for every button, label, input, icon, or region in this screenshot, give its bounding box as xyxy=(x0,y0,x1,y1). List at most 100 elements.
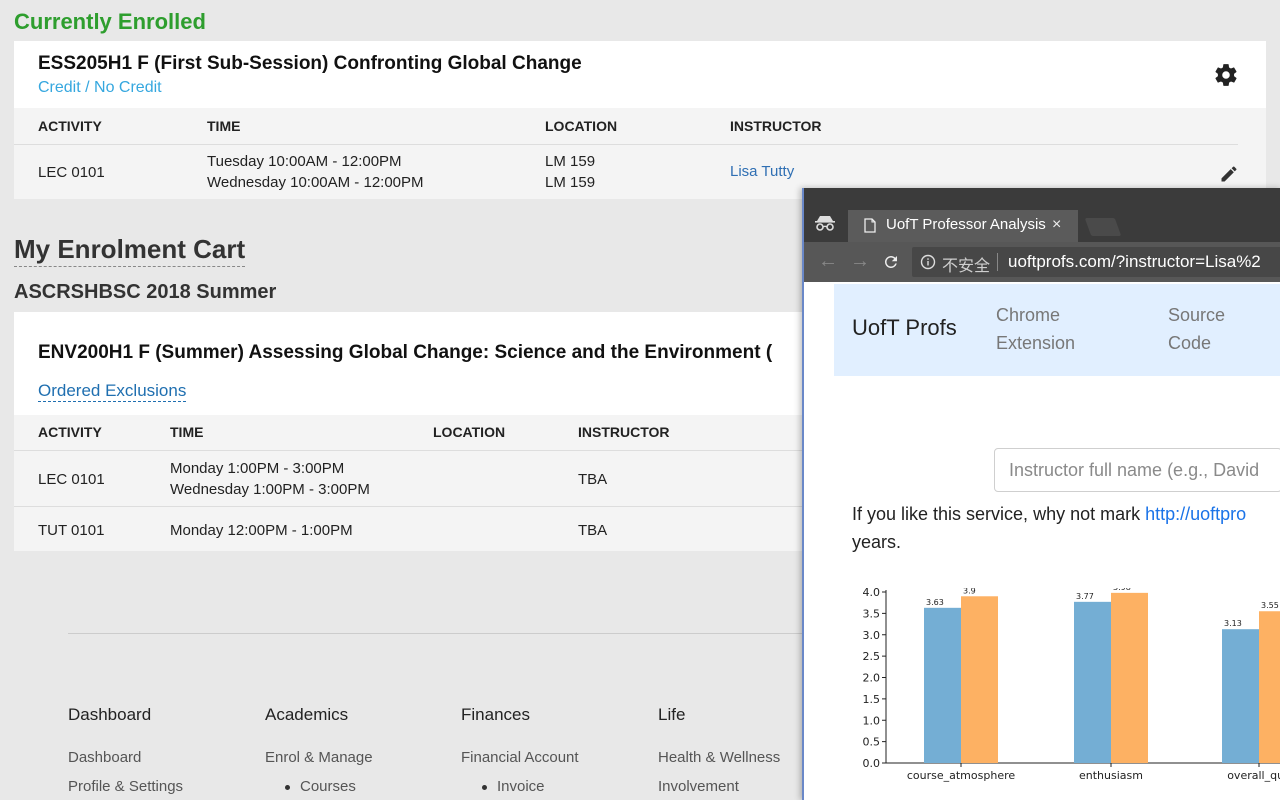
y-tick-label: 3.5 xyxy=(863,607,881,620)
enrolled-course-card: ESS205H1 F (First Sub-Session) Confronti… xyxy=(14,41,1266,199)
y-tick-label: 2.0 xyxy=(863,672,881,685)
footer-link-enrol-manage[interactable]: Enrol & Manage xyxy=(265,749,373,766)
tab-bar: UofT Professor Analysis × xyxy=(804,188,1280,242)
promo-text: If you like this service, why not mark h… xyxy=(852,500,1280,556)
x-tick-label: enthusiasm xyxy=(1079,769,1143,782)
y-tick-label: 1.0 xyxy=(863,714,881,727)
col-header-location: LOCATION xyxy=(545,118,618,134)
cart-course-title: ENV200H1 F (Summer) Assessing Global Cha… xyxy=(38,342,773,363)
y-tick-label: 0.5 xyxy=(863,736,881,749)
y-tick-label: 2.5 xyxy=(863,650,881,663)
tab-title: UofT Professor Analysis xyxy=(886,216,1046,233)
close-tab-icon[interactable]: × xyxy=(1052,216,1061,234)
separator xyxy=(997,253,998,271)
col-header-activity: ACTIVITY xyxy=(38,118,102,134)
y-tick-label: 0.0 xyxy=(863,757,881,770)
bar xyxy=(1259,611,1280,763)
site-navbar: UofT Profs Chrome Extension Source Code xyxy=(834,284,1280,376)
footer-link-courses[interactable]: Courses xyxy=(285,778,356,795)
footer-link-invoice[interactable]: Invoice xyxy=(482,778,545,795)
y-tick-label: 3.0 xyxy=(863,629,881,642)
nav-source-code[interactable]: Source Code xyxy=(1168,301,1248,357)
bar xyxy=(961,596,998,763)
footer-heading-academics: Academics xyxy=(265,705,349,724)
col-header-time: TIME xyxy=(207,118,241,134)
incognito-icon xyxy=(815,216,835,231)
x-tick-label: overall_qua xyxy=(1227,769,1280,782)
footer-heading-dashboard: Dashboard xyxy=(68,705,152,724)
location-cell: LM 159 LM 159 xyxy=(545,151,595,193)
promo-text-body: If you like this service, why not mark xyxy=(852,504,1146,524)
credit-no-credit-link[interactable]: Credit / No Credit xyxy=(38,79,162,97)
pencil-icon[interactable] xyxy=(1219,164,1239,184)
cart-table: ACTIVITY TIME LOCATION INSTRUCTOR LEC 01… xyxy=(14,415,814,551)
footer-heading-life: Life xyxy=(658,705,686,724)
info-icon[interactable] xyxy=(920,254,936,270)
footer-link-health-wellness[interactable]: Health & Wellness xyxy=(658,749,780,766)
location-line: LM 159 xyxy=(545,174,596,191)
footer-link-profile-settings[interactable]: Profile & Settings xyxy=(68,778,183,795)
instructor-ratings-chart: 0.0 0.5 1.0 1.5 2.0 2.5 3.0 3.5 4.0 3.63 3.9 course… xyxy=(863,588,1280,782)
time-line: Wednesday 10:00AM - 12:00PM xyxy=(207,174,424,191)
session-title: ASCRSHBSC 2018 Summer xyxy=(14,281,277,303)
bar-data-label: 3.77 xyxy=(1076,592,1094,601)
time-line: Wednesday 1:00PM - 3:00PM xyxy=(170,481,370,498)
promo-link[interactable]: http://uoftpro xyxy=(1145,504,1246,524)
col-header-instructor: INSTRUCTOR xyxy=(578,424,670,440)
divider xyxy=(14,450,814,451)
divider xyxy=(14,506,814,507)
gear-icon[interactable] xyxy=(1213,62,1239,88)
bar-data-label: 3.55 xyxy=(1261,601,1279,610)
site-brand[interactable]: UofT Profs xyxy=(852,315,957,341)
footer-link-financial-account[interactable]: Financial Account xyxy=(461,749,579,766)
activity-cell: LEC 0101 xyxy=(38,164,105,181)
back-icon[interactable]: ← xyxy=(818,250,838,273)
footer-link-label: Courses xyxy=(300,778,356,795)
x-tick-label: course_atmosphere xyxy=(907,769,1016,782)
col-header-activity: ACTIVITY xyxy=(38,424,102,440)
y-tick-label: 1.5 xyxy=(863,693,881,706)
bullet-icon xyxy=(285,784,290,790)
footer-link-dashboard[interactable]: Dashboard xyxy=(68,749,141,766)
bar-data-label: 3.13 xyxy=(1224,619,1242,628)
activity-cell: TUT 0101 xyxy=(38,522,105,539)
bar-data-label: 3.98 xyxy=(1113,588,1131,592)
enrolled-table: ACTIVITY TIME LOCATION INSTRUCTOR LEC 01… xyxy=(14,108,1266,199)
enrolment-cart-title: My Enrolment Cart xyxy=(14,234,246,267)
instructor-cell: TBA xyxy=(578,522,608,539)
new-tab-button[interactable] xyxy=(1084,218,1122,236)
footer-link-involvement[interactable]: Involvement xyxy=(658,778,739,795)
tab-uoft-professor-analysis[interactable]: UofT Professor Analysis × xyxy=(848,210,1078,242)
promo-text-tail: years. xyxy=(852,532,902,552)
enrolled-course-title: ESS205H1 F (First Sub-Session) Confronti… xyxy=(38,53,582,74)
col-header-location: LOCATION xyxy=(433,424,506,440)
bar-data-label: 3.63 xyxy=(926,598,944,607)
bar xyxy=(1111,592,1148,763)
instructor-link[interactable]: Lisa Tutty xyxy=(730,163,794,180)
url-field[interactable]: 不安全 uoftprofs.com/?instructor=Lisa%2 xyxy=(912,247,1280,277)
page-icon xyxy=(864,218,876,233)
instructor-search-input[interactable]: Instructor full name (e.g., David xyxy=(994,448,1280,492)
bar xyxy=(924,607,961,763)
currently-enrolled-heading: Currently Enrolled xyxy=(14,9,206,34)
bar xyxy=(1222,629,1259,763)
bar xyxy=(1074,601,1111,763)
ordered-exclusions-link[interactable]: Ordered Exclusions xyxy=(38,381,187,402)
divider xyxy=(14,144,1238,145)
footer-divider xyxy=(68,633,808,634)
col-header-instructor: INSTRUCTOR xyxy=(730,118,822,134)
browser-popup-window: UofT Professor Analysis × ← → 不安全 uoftpr… xyxy=(802,188,1280,800)
url-text: uoftprofs.com/?instructor=Lisa%2 xyxy=(1008,252,1261,271)
reload-icon[interactable] xyxy=(882,253,900,271)
bar-data-label: 3.9 xyxy=(963,588,976,595)
time-cell: Monday 12:00PM - 1:00PM xyxy=(170,522,353,539)
instructor-cell: TBA xyxy=(578,471,608,488)
footer-link-label: Invoice xyxy=(497,778,545,795)
time-line: Monday 1:00PM - 3:00PM xyxy=(170,460,345,477)
nav-chrome-extension[interactable]: Chrome Extension xyxy=(996,301,1106,357)
footer-heading-finances: Finances xyxy=(461,705,530,724)
forward-icon[interactable]: → xyxy=(850,250,870,273)
bullet-icon xyxy=(482,784,487,790)
security-label: 不安全 xyxy=(942,258,991,275)
y-tick-label: 4.0 xyxy=(863,588,881,599)
